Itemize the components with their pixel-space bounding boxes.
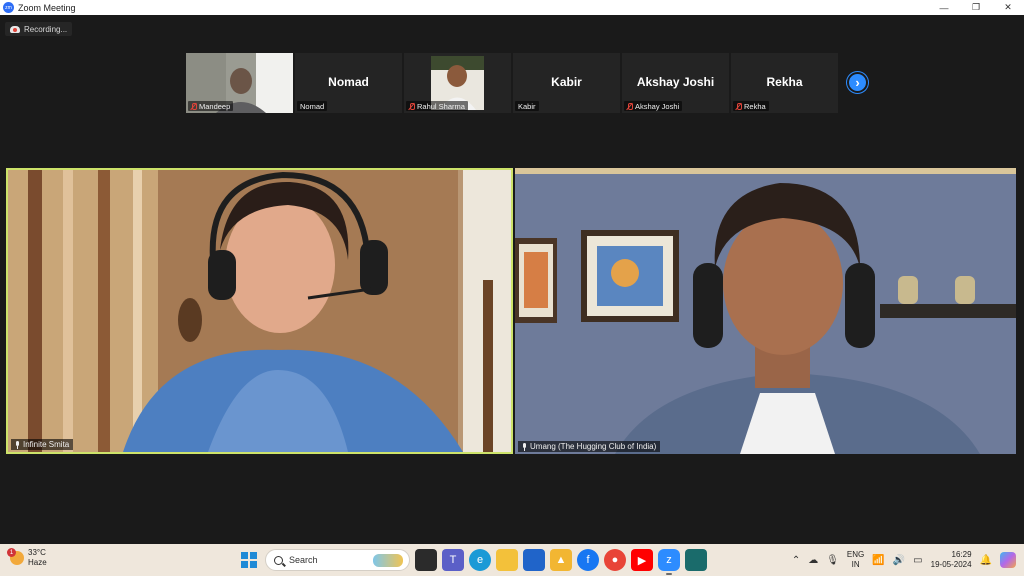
window-titlebar: zm Zoom Meeting — ❐ ✕ — [0, 0, 1024, 15]
participant-tile-mandeep[interactable]: Mandeep — [186, 53, 293, 113]
taskbar-search[interactable]: Search — [265, 549, 410, 571]
mic-icon — [522, 442, 527, 451]
screen-share-app-icon[interactable] — [685, 549, 707, 571]
zoom-taskbar-icon[interactable]: z — [658, 549, 680, 575]
restore-button[interactable]: ❐ — [960, 0, 992, 15]
recording-label: Recording... — [24, 24, 68, 34]
participant-tile-rekha[interactable]: Rekha Rekha — [731, 53, 838, 113]
muted-mic-icon — [191, 102, 197, 110]
language-indicator[interactable]: ENG IN — [847, 550, 864, 570]
speaker-video-right[interactable]: Umang (The Hugging Club of India) — [515, 168, 1016, 454]
weather-condition: Haze — [28, 558, 47, 567]
participant-avatar-name: Akshay Joshi — [636, 75, 715, 89]
windows-taskbar: 1 33°C Haze Search T e ▲ f ● ▶ z ⌃ ☁ 🎙 E — [0, 544, 1024, 576]
muted-mic-icon — [736, 102, 742, 110]
system-clock[interactable]: 16:29 19-05-2024 — [931, 550, 972, 570]
edge-icon[interactable]: e — [469, 549, 491, 571]
meeting-stage: Recording... Mandeep Nomad Nomad Rahul S… — [0, 15, 1024, 544]
participant-name: Nomad — [300, 101, 325, 111]
participant-name: Kabir — [518, 101, 536, 111]
file-explorer-icon[interactable] — [496, 549, 518, 571]
search-placeholder: Search — [289, 555, 318, 565]
speaker-label-right: Umang (The Hugging Club of India) — [518, 441, 661, 452]
muted-mic-icon — [627, 102, 633, 110]
weather-temperature: 33°C — [28, 548, 46, 557]
participant-tile-nomad[interactable]: Nomad Nomad — [295, 53, 402, 113]
muted-mic-icon — [409, 102, 415, 110]
speaker-name: Umang (The Hugging Club of India) — [530, 442, 657, 451]
window-title: Zoom Meeting — [18, 2, 76, 13]
language-line1: ENG — [846, 550, 865, 559]
drive-icon[interactable]: ▲ — [550, 549, 572, 571]
participant-avatar-name: Kabir — [551, 75, 582, 89]
notification-badge: 1 — [7, 548, 16, 557]
participant-name: Akshay Joshi — [635, 101, 680, 111]
umang-video — [515, 168, 1016, 454]
copilot-icon[interactable] — [1000, 552, 1016, 568]
participant-label: Kabir — [515, 101, 539, 111]
speaker-label-left: Infinite Smita — [11, 439, 74, 450]
next-page-button[interactable]: › — [847, 72, 868, 93]
close-button[interactable]: ✕ — [992, 0, 1024, 15]
infinite-smita-video — [8, 170, 511, 452]
notification-bell-icon[interactable]: 🔔 — [980, 555, 992, 566]
wifi-icon[interactable]: 📶 — [872, 555, 884, 566]
weather-widget[interactable]: 1 33°C Haze — [7, 548, 47, 568]
participant-label: Nomad — [297, 101, 328, 111]
clock-time: 16:29 — [951, 550, 972, 559]
chrome-icon[interactable]: ● — [604, 549, 626, 571]
zoom-app-icon: zm — [3, 2, 14, 13]
participant-tile-rahul-sharma[interactable]: Rahul Sharma — [404, 53, 511, 113]
participant-name: Rahul Sharma — [417, 101, 465, 111]
weather-sun-icon: 1 — [7, 548, 24, 565]
participant-label: Rekha — [733, 101, 769, 111]
chevron-up-icon[interactable]: ⌃ — [792, 555, 800, 566]
window-controls: — ❐ ✕ — [928, 0, 1024, 15]
teams-icon[interactable]: T — [442, 549, 464, 571]
participant-avatar-name: Rekha — [766, 75, 803, 89]
speaker-video-left[interactable]: Infinite Smita — [6, 168, 513, 454]
participant-label: Mandeep — [188, 101, 234, 111]
task-view-icon[interactable] — [415, 549, 437, 571]
speaker-name: Infinite Smita — [23, 440, 70, 449]
youtube-icon[interactable]: ▶ — [631, 549, 653, 571]
cloud-recording-icon — [10, 25, 20, 33]
windows-start-icon[interactable] — [238, 549, 260, 571]
participant-name: Mandeep — [199, 101, 231, 111]
microphone-icon[interactable]: 🎙 — [826, 555, 839, 566]
participant-strip: Mandeep Nomad Nomad Rahul Sharma Kabir K… — [186, 53, 838, 113]
search-highlight-icon — [373, 554, 403, 567]
recording-indicator[interactable]: Recording... — [5, 22, 73, 36]
minimize-button[interactable]: — — [928, 0, 960, 15]
mic-icon — [15, 440, 20, 449]
facebook-icon[interactable]: f — [577, 549, 599, 571]
participant-label: Akshay Joshi — [624, 101, 683, 111]
participant-avatar-name: Nomad — [328, 75, 369, 89]
clock-date: 19-05-2024 — [930, 560, 972, 569]
language-line2: IN — [851, 560, 860, 569]
search-icon — [274, 555, 283, 565]
participant-label: Rahul Sharma — [406, 101, 468, 111]
cloud-sync-icon[interactable]: ☁ — [808, 555, 818, 566]
participant-tile-kabir[interactable]: Kabir Kabir — [513, 53, 620, 113]
battery-icon[interactable]: ▭ — [913, 555, 922, 566]
taskbar-apps: Search T e ▲ f ● ▶ z — [238, 548, 707, 575]
system-tray: ⌃ ☁ 🎙 ENG IN 📶 🔊 ▭ 16:29 19-05-2024 🔔 — [792, 544, 1024, 576]
volume-icon[interactable]: 🔊 — [893, 555, 905, 566]
participant-tile-akshay-joshi[interactable]: Akshay Joshi Akshay Joshi — [622, 53, 729, 113]
participant-name: Rekha — [744, 101, 766, 111]
store-icon[interactable] — [523, 549, 545, 571]
